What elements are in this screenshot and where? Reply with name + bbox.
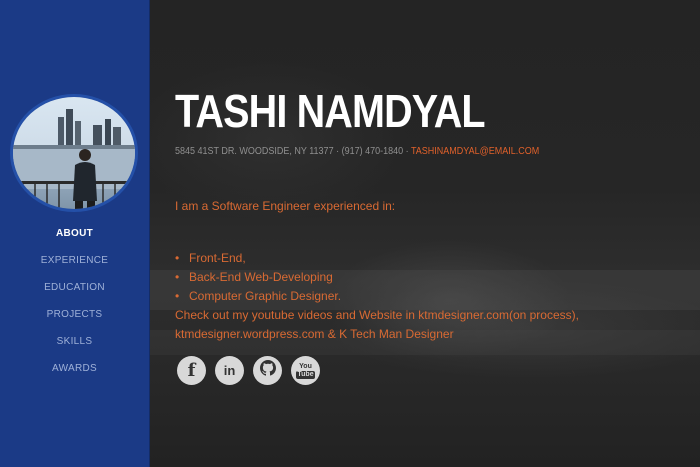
page-title: TASHI NAMDYAL: [175, 85, 486, 137]
list-item: • Front-End,: [175, 251, 246, 265]
youtube-icon-top: You: [299, 362, 312, 370]
facebook-icon: f: [187, 360, 196, 381]
skill-label: Back-End Web-Developing: [189, 270, 333, 284]
email-link[interactable]: TASHINAMDYAL@EMAIL.COM: [411, 146, 539, 157]
facebook-button[interactable]: f: [177, 356, 206, 385]
list-item: • Computer Graphic Designer.: [175, 289, 342, 303]
youtube-icon-bottom: Tube: [296, 370, 315, 379]
sidebar-nav: ABOUT EXPERIENCE EDUCATION PROJECTS SKIL…: [0, 225, 149, 387]
github-button[interactable]: [253, 356, 282, 385]
profile-avatar: [13, 97, 135, 209]
address-phone: 5845 41ST DR. WOODSIDE, NY 11377 · (917)…: [175, 146, 411, 157]
skill-label: Computer Graphic Designer.: [189, 289, 342, 303]
linkedin-icon: in: [223, 363, 236, 378]
main-background: [150, 0, 700, 467]
contact-line: 5845 41ST DR. WOODSIDE, NY 11377 · (917)…: [175, 146, 539, 157]
youtube-button[interactable]: You Tube: [291, 356, 320, 385]
social-links: f in You Tube: [177, 356, 320, 385]
intro-text: I am a Software Engineer experienced in:: [175, 199, 396, 213]
sidebar: ABOUT EXPERIENCE EDUCATION PROJECTS SKIL…: [0, 0, 150, 467]
skill-label: Front-End,: [189, 251, 246, 265]
list-item: • Back-End Web-Developing: [175, 270, 333, 284]
nav-item-awards[interactable]: AWARDS: [0, 360, 149, 387]
checkout-line: ktmdesigner.wordpress.com & K Tech Man D…: [175, 327, 454, 341]
nav-item-skills[interactable]: SKILLS: [0, 333, 149, 360]
linkedin-button[interactable]: in: [215, 356, 244, 385]
skills-list: • Front-End, • Back-End Web-Developing • Co…: [175, 249, 341, 306]
checkout-text: Check out my youtube videos and Website …: [175, 306, 595, 344]
nav-item-experience[interactable]: EXPERIENCE: [0, 252, 149, 279]
github-icon: [259, 360, 276, 381]
nav-item-projects[interactable]: PROJECTS: [0, 306, 149, 333]
nav-item-education[interactable]: EDUCATION: [0, 279, 149, 306]
checkout-line: Check out my youtube videos and Website …: [175, 308, 579, 322]
youtube-icon: You Tube: [296, 362, 315, 379]
nav-item-about[interactable]: ABOUT: [0, 225, 149, 252]
